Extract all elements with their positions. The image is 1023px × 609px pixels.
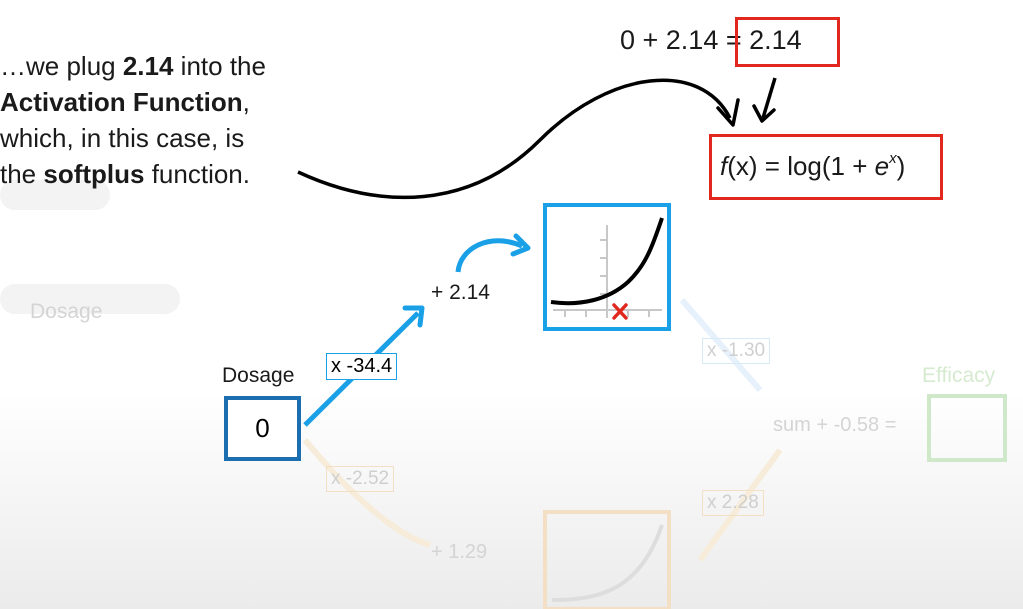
formula-middle: = log(1 + bbox=[757, 151, 875, 181]
narration-line4-bold: softplus bbox=[43, 159, 145, 189]
sum-equation-lhs: 0 + 2.14 bbox=[620, 25, 726, 55]
formula-e: e bbox=[874, 151, 890, 181]
formula-x: (x) bbox=[727, 151, 758, 181]
result-highlight-box bbox=[735, 17, 840, 67]
curved-arrow-connector bbox=[297, 78, 732, 200]
faded-orange-curve bbox=[551, 524, 664, 602]
narration-line-3: which, in this case, is bbox=[0, 123, 245, 153]
weight-label-out-top: x -1.30 bbox=[702, 338, 771, 364]
narration-line-2: Activation Function, bbox=[0, 84, 266, 120]
faded-left-node bbox=[0, 180, 180, 314]
narration-line1-post: into the bbox=[173, 51, 266, 81]
faded-arrow-bottom bbox=[302, 438, 431, 548]
weight-label-top: x -34.4 bbox=[326, 353, 398, 380]
narration-line4-post: function. bbox=[144, 159, 250, 189]
faded-orange-activation-box bbox=[543, 510, 671, 609]
narration-line-4: the softplus function. bbox=[0, 156, 266, 192]
faded-output-box bbox=[927, 394, 1007, 462]
weight-label-bottom: x -2.52 bbox=[326, 466, 395, 492]
narration-line1-bold: 2.14 bbox=[122, 51, 174, 81]
narration-line1-pre: …we plug bbox=[0, 51, 123, 81]
bias-label-bottom: + 1.29 bbox=[431, 541, 488, 563]
sum-text: sum + -0.58 = bbox=[773, 414, 897, 436]
input-node: 0 bbox=[224, 396, 301, 461]
narration-line4-pre: the bbox=[0, 159, 44, 189]
softplus-formula: f(x) = log(1 + ex) bbox=[720, 150, 905, 182]
narration-line-1: …we plug 2.14 into the bbox=[0, 48, 266, 84]
input-value: 0 bbox=[255, 413, 270, 443]
bias-label-top: + 2.14 bbox=[431, 281, 490, 304]
narration-line2-bold: Activation Function bbox=[0, 87, 243, 117]
formula-exponent: x bbox=[889, 150, 897, 167]
formula-close: ) bbox=[896, 151, 906, 181]
faded-dosage-label: Dosage bbox=[30, 300, 103, 323]
weight-label-out-bottom: x 2.28 bbox=[702, 490, 764, 516]
narration-text: …we plug 2.14 into the Activation Functi… bbox=[0, 48, 266, 192]
input-label: Dosage bbox=[222, 364, 295, 387]
output-label: Efficacy bbox=[922, 364, 996, 387]
narration-line2-post: , bbox=[242, 87, 250, 117]
